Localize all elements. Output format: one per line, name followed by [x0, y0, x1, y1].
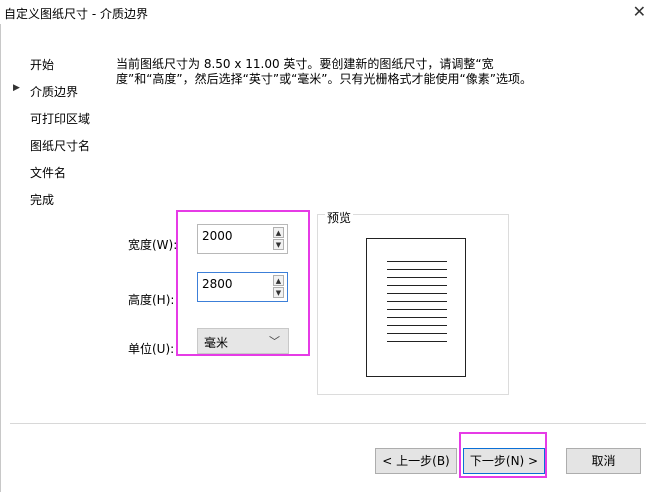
footer-separator — [10, 423, 646, 424]
nav-item-printable-area: 可打印区域 — [30, 112, 91, 126]
current-step-marker-icon: ▶ — [13, 83, 20, 93]
paper-line — [387, 293, 447, 294]
highlight-box-next — [459, 432, 547, 478]
paper-preview — [366, 238, 466, 377]
preview-label: 预览 — [325, 209, 354, 226]
highlight-box-form — [176, 210, 310, 356]
nav-item-media-bounds: 介质边界 — [30, 85, 79, 99]
title-bar: 自定义图纸尺寸 - 介质边界 ✕ — [0, 0, 656, 24]
paper-line — [387, 325, 447, 326]
paper-line — [387, 277, 447, 278]
nav-item-paper-size-name: 图纸尺寸名 — [30, 139, 91, 153]
description-text: 当前图纸尺寸为 8.50 x 11.00 英寸。要创建新的图纸尺寸，请调整“宽度… — [116, 57, 532, 86]
window-left-edge — [0, 24, 1, 492]
paper-line — [387, 285, 447, 286]
paper-line — [387, 317, 447, 318]
unit-label: 单位(U): — [128, 342, 175, 356]
paper-line — [387, 269, 447, 270]
window-title: 自定义图纸尺寸 - 介质边界 — [4, 7, 148, 21]
paper-line — [387, 341, 447, 342]
back-button[interactable]: < 上一步(B) — [375, 448, 457, 474]
paper-line — [387, 309, 447, 310]
paper-line — [387, 333, 447, 334]
close-icon[interactable]: ✕ — [633, 2, 646, 21]
nav-item-file-name: 文件名 — [30, 166, 67, 180]
paper-line — [387, 261, 447, 262]
nav-item-start: 开始 — [30, 58, 55, 72]
width-label: 宽度(W): — [128, 238, 178, 252]
cancel-button[interactable]: 取消 — [566, 448, 641, 474]
paper-line — [387, 301, 447, 302]
height-label: 高度(H): — [128, 293, 175, 307]
nav-item-finish: 完成 — [30, 193, 55, 207]
